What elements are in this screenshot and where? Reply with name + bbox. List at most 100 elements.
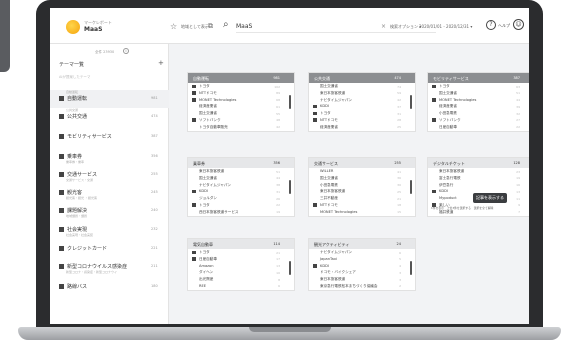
row-checkbox[interactable] [192, 118, 196, 122]
row-checkbox[interactable] [432, 189, 436, 194]
company-row[interactable]: ナビタイムジャパン 6 [309, 249, 415, 256]
theme-checkbox[interactable] [59, 208, 64, 213]
sidebar-theme-item[interactable]: 自動運転 自動運転 981 [50, 90, 169, 108]
company-row[interactable]: ナビタイムジャパン 42 [309, 97, 415, 104]
selection-actions[interactable]: 1件を表示 上位3件を選択する 選択を全て解除 [431, 206, 493, 210]
company-row[interactable]: 三井不動産 21 [309, 195, 415, 202]
company-row[interactable]: NTTドコモ 89 [188, 90, 294, 97]
card-header[interactable]: 交通サービス 255 [309, 158, 415, 168]
theme-search-input[interactable]: AIが提案したテーマ [59, 75, 90, 80]
company-row[interactable]: 国土交通省 36 [309, 175, 415, 182]
row-checkbox[interactable] [313, 111, 317, 116]
clear-icon[interactable]: × [381, 23, 386, 30]
company-row[interactable]: 国土交通省 55 [188, 110, 294, 117]
card-scrollbar[interactable] [410, 180, 412, 194]
company-row[interactable]: KDDI 31 [188, 188, 294, 195]
company-row[interactable]: 国土交通省 44 [188, 175, 294, 182]
user-icon[interactable]: ☺ [513, 19, 524, 30]
theme-checkbox[interactable] [59, 114, 64, 119]
date-range-dropdown[interactable]: 2020/01/01 - 2020/12/31 ▾ [419, 24, 472, 29]
company-row[interactable]: 東京急行電鉄松本まちづくり協議会 2 [309, 283, 415, 290]
card-header[interactable]: 乗車券 356 [188, 158, 294, 168]
row-checkbox[interactable] [192, 250, 196, 254]
row-checkbox[interactable] [432, 118, 436, 122]
row-checkbox[interactable] [313, 118, 317, 122]
theme-checkbox[interactable] [59, 154, 64, 159]
company-row[interactable]: 小田急電鉄 32 [428, 110, 529, 117]
company-row[interactable]: 富士急行電鉄 19 [428, 175, 529, 182]
card-header[interactable]: 自動運転 981 [188, 73, 294, 83]
company-row[interactable]: ダイヘン 10 [188, 269, 294, 276]
show-articles-tooltip[interactable]: 記事を表示する [473, 193, 507, 203]
company-row[interactable]: 国土交通省 51 [428, 90, 529, 97]
card-scrollbar[interactable] [289, 261, 291, 275]
search-icon[interactable]: ⌕ [223, 19, 229, 30]
company-row[interactable]: Amazon 13 [188, 263, 294, 270]
company-row[interactable]: REE 6 [188, 283, 294, 290]
company-row[interactable]: トヨタ 21 [188, 249, 294, 256]
company-row[interactable]: トヨタ 63 [428, 83, 529, 90]
company-row[interactable]: NTTドコモ 18 [309, 202, 415, 209]
row-checkbox[interactable] [313, 104, 317, 109]
company-row[interactable]: トヨタ自動車販売 42 [188, 124, 294, 131]
company-row[interactable]: ドコモ・バイクシェア 3 [309, 269, 415, 276]
sidebar-theme-item[interactable]: 公共交通 公共交通 474 [50, 108, 169, 126]
sidebar-theme-item[interactable]: 課題解決 240 地域課題・課題 [50, 202, 169, 220]
card-header[interactable]: 公共交通 474 [309, 73, 415, 83]
company-row[interactable]: 小田急電鉄 30 [309, 182, 415, 189]
company-row[interactable]: 東日本旅客鉄道 25 [309, 188, 415, 195]
row-checkbox[interactable] [192, 84, 196, 88]
company-row[interactable]: 伊豆急行 16 [428, 182, 529, 189]
theme-checkbox[interactable] [59, 172, 64, 177]
company-row[interactable]: 経済産業省 25 [309, 124, 415, 131]
row-checkbox[interactable] [192, 203, 196, 207]
company-row[interactable]: 東日本旅客鉄道 59 [309, 90, 415, 97]
company-row[interactable]: MONET Technologies 44 [428, 97, 529, 104]
company-row[interactable]: 東日本旅客鉄道 3 [309, 276, 415, 283]
theme-checkbox[interactable] [59, 246, 64, 251]
card-header[interactable]: モビリティサービス 387 [428, 73, 529, 83]
company-row[interactable]: ナビタイムジャパン 38 [188, 182, 294, 189]
row-checkbox[interactable] [192, 98, 196, 102]
star-icon[interactable]: ☆ [170, 22, 177, 31]
company-row[interactable]: トヨタ 102 [188, 83, 294, 90]
card-header[interactable]: 観光アクティビティ 24 [309, 239, 415, 249]
company-row[interactable]: トヨタ 22 [188, 202, 294, 209]
logo-icon[interactable] [66, 20, 80, 34]
card-scrollbar[interactable] [410, 261, 412, 275]
sidebar-theme-item[interactable]: モビリティサービス 387 [50, 128, 169, 146]
sidebar-theme-item[interactable]: 乗車券 356 乗車券・乗車 [50, 148, 169, 166]
register-link[interactable]: 地域として表示 [181, 24, 209, 30]
card-scrollbar[interactable] [289, 180, 291, 194]
row-checkbox[interactable] [192, 91, 196, 95]
theme-checkbox[interactable] [59, 96, 64, 101]
company-row[interactable]: ジョルダン 26 [188, 195, 294, 202]
company-row[interactable]: 東日本旅客鉄道 23 [428, 168, 529, 175]
company-row[interactable]: 西日本旅客鉄道サービス 19 [188, 209, 294, 216]
row-checkbox[interactable] [432, 98, 436, 102]
card-header[interactable]: デジタルチケット 128 [428, 158, 529, 168]
company-row[interactable]: トヨタ 31 [309, 110, 415, 117]
search-input[interactable]: MaaS [236, 23, 252, 30]
help-label[interactable]: ヘルプ [498, 23, 510, 29]
company-row[interactable]: ソフトバンク 48 [188, 117, 294, 124]
theme-checkbox[interactable] [59, 284, 64, 289]
row-checkbox[interactable] [313, 264, 317, 268]
theme-checkbox[interactable] [59, 227, 64, 232]
add-theme-icon[interactable]: + [158, 59, 164, 67]
sidebar-theme-item[interactable]: 社会実現 232 社会実現・社会実装 [50, 221, 169, 239]
sidebar-theme-item[interactable]: 交通サービス 255 交通サービス・交通 [50, 166, 169, 184]
theme-checkbox[interactable] [59, 190, 64, 195]
sidebar-theme-item[interactable]: 観光客 245 観光客・観光 ・観光客 [50, 184, 169, 202]
external-link-icon[interactable]: ⧉ [208, 22, 213, 31]
company-row[interactable]: WILLER 41 [309, 168, 415, 175]
card-scrollbar[interactable] [289, 95, 291, 109]
company-row[interactable]: MONET Technologies 15 [309, 209, 415, 216]
row-checkbox[interactable] [192, 189, 196, 194]
company-row[interactable]: KDDI 37 [309, 103, 415, 110]
company-row[interactable]: 出光興産 8 [188, 276, 294, 283]
sidebar-theme-item[interactable]: 路線バス 180 [50, 278, 169, 296]
row-checkbox[interactable] [432, 84, 436, 88]
help-icon[interactable]: ? [486, 20, 496, 30]
row-checkbox[interactable] [313, 203, 317, 207]
